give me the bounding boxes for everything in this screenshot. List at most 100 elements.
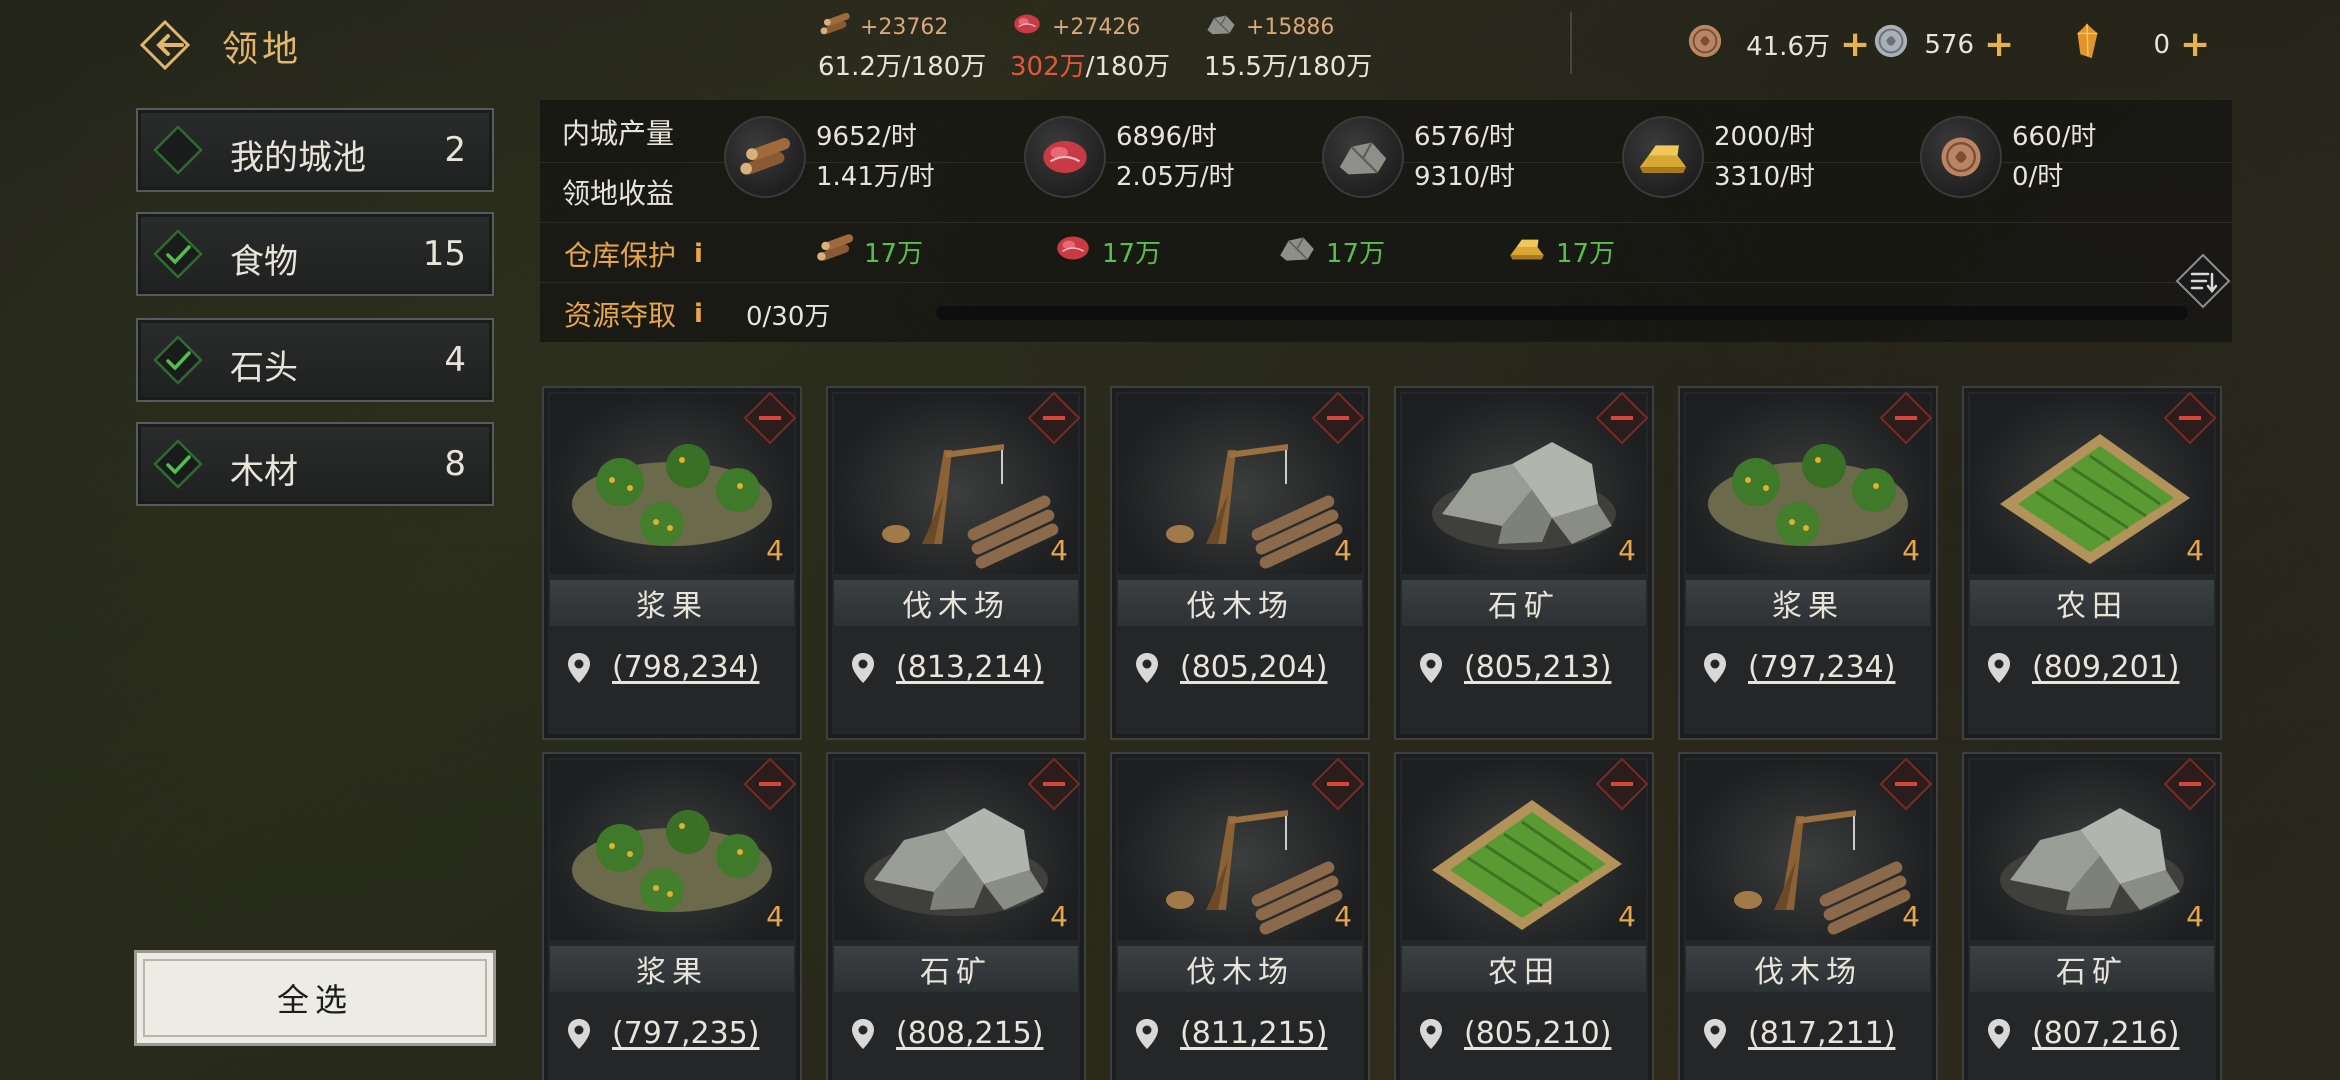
territory-card[interactable]: 4 农田 (805,210) xyxy=(1394,752,1654,1080)
protection-value: 17万 xyxy=(1556,239,1616,269)
tile-coordinates[interactable]: (817,211) xyxy=(1702,1016,1895,1051)
filter-label: 石头 xyxy=(230,348,298,388)
tile-name: 石矿 xyxy=(1402,580,1646,626)
territory-card[interactable]: 4 浆果 (797,234) xyxy=(1678,386,1938,740)
select-all-button[interactable]: 全选 xyxy=(134,950,496,1046)
inner-output-value: 6896/时 xyxy=(1116,122,1217,152)
tile-coordinates[interactable]: (808,215) xyxy=(850,1016,1043,1051)
coordinates-link[interactable]: (811,215) xyxy=(1180,1016,1327,1051)
checkbox-checked-icon[interactable] xyxy=(152,228,204,280)
coordinates-link[interactable]: (797,234) xyxy=(1748,650,1895,685)
territory-card[interactable]: 4 伐木场 (817,211) xyxy=(1678,752,1938,1080)
coordinates-link[interactable]: (808,215) xyxy=(896,1016,1043,1051)
resource-capacity: /180万 xyxy=(1287,52,1373,82)
tile-name: 浆果 xyxy=(1686,580,1930,626)
coordinates-link[interactable]: (805,204) xyxy=(1180,650,1327,685)
production-item: 660/时 0/时 xyxy=(1920,116,2096,198)
protection-item: 17万 xyxy=(1506,232,1615,271)
info-icon[interactable]: i xyxy=(694,299,703,329)
territory-card[interactable]: 4 石矿 (808,215) xyxy=(826,752,1086,1080)
location-pin-icon xyxy=(1136,1018,1158,1049)
remove-icon[interactable] xyxy=(1594,756,1650,812)
location-pin-icon xyxy=(1988,652,2010,683)
tile-coordinates[interactable]: (797,234) xyxy=(1702,650,1895,685)
territory-income-label: 领地收益 xyxy=(562,177,675,210)
coordinates-link[interactable]: (807,216) xyxy=(2032,1016,2179,1051)
warehouse-protection-label[interactable]: 仓库保护 i xyxy=(564,234,703,274)
remove-icon[interactable] xyxy=(1310,390,1366,446)
checkbox-checked-icon[interactable] xyxy=(152,334,204,386)
inner-output-value: 9652/时 xyxy=(816,122,917,152)
tile-level: 4 xyxy=(1050,534,1068,567)
remove-icon[interactable] xyxy=(2162,390,2218,446)
tile-coordinates[interactable]: (813,214) xyxy=(850,650,1043,685)
remove-icon[interactable] xyxy=(1878,390,1934,446)
resource-plunder-text: 资源夺取 xyxy=(564,299,677,332)
territory-card[interactable]: 4 伐木场 (805,204) xyxy=(1110,386,1370,740)
territory-card[interactable]: 4 浆果 (797,235) xyxy=(542,752,802,1080)
tile-coordinates[interactable]: (805,204) xyxy=(1134,650,1327,685)
tile-coordinates[interactable]: (797,235) xyxy=(566,1016,759,1051)
territory-card[interactable]: 4 伐木场 (813,214) xyxy=(826,386,1086,740)
tile-level: 4 xyxy=(1334,900,1352,933)
tile-coordinates[interactable]: (798,234) xyxy=(566,650,759,685)
territory-income-value: 2.05万/时 xyxy=(1116,162,1235,192)
remove-icon[interactable] xyxy=(1026,756,1082,812)
info-icon[interactable]: i xyxy=(694,239,703,269)
filter-item[interactable]: 我的城池 2 xyxy=(136,108,494,192)
tile-coordinates[interactable]: (807,216) xyxy=(1986,1016,2179,1051)
remove-icon[interactable] xyxy=(1026,390,1082,446)
currency-item: 576 + xyxy=(1872,22,2014,67)
filter-item[interactable]: 木材 8 xyxy=(136,422,494,506)
territory-card[interactable]: 4 伐木场 (811,215) xyxy=(1110,752,1370,1080)
coordinates-link[interactable]: (798,234) xyxy=(612,650,759,685)
location-pin-icon xyxy=(1420,1018,1442,1049)
checkbox-empty-icon[interactable] xyxy=(152,124,204,176)
tile-level: 4 xyxy=(1618,900,1636,933)
filter-item[interactable]: 石头 4 xyxy=(136,318,494,402)
checkbox-checked-icon[interactable] xyxy=(152,438,204,490)
location-pin-icon xyxy=(852,1018,874,1049)
remove-icon[interactable] xyxy=(1878,756,1934,812)
sort-icon[interactable] xyxy=(2174,252,2232,310)
coordinates-link[interactable]: (809,201) xyxy=(2032,650,2179,685)
tile-name: 石矿 xyxy=(834,946,1078,992)
location-pin-icon xyxy=(1136,652,1158,683)
territory-card[interactable]: 4 浆果 (798,234) xyxy=(542,386,802,740)
remove-icon[interactable] xyxy=(742,390,798,446)
coordinates-link[interactable]: (797,235) xyxy=(612,1016,759,1051)
remove-icon[interactable] xyxy=(742,756,798,812)
tile-coordinates[interactable]: (809,201) xyxy=(1986,650,2179,685)
tile-coordinates[interactable]: (805,213) xyxy=(1418,650,1611,685)
remove-icon[interactable] xyxy=(2162,756,2218,812)
copper-coin-icon xyxy=(1920,116,2002,198)
location-pin-icon xyxy=(1704,1018,1726,1049)
territory-income-value: 3310/时 xyxy=(1714,162,1815,192)
resource-current: 61.2万 xyxy=(818,52,902,82)
tile-name: 浆果 xyxy=(550,946,794,992)
remove-icon[interactable] xyxy=(1310,756,1366,812)
coordinates-link[interactable]: (817,211) xyxy=(1748,1016,1895,1051)
territory-card[interactable]: 4 农田 (809,201) xyxy=(1962,386,2222,740)
resource-plunder-label[interactable]: 资源夺取 i xyxy=(564,294,703,334)
tile-coordinates[interactable]: (811,215) xyxy=(1134,1016,1327,1051)
silver-coin-icon xyxy=(1872,22,1910,67)
tile-coordinates[interactable]: (805,210) xyxy=(1418,1016,1611,1051)
filter-count: 4 xyxy=(444,340,466,380)
coordinates-link[interactable]: (813,214) xyxy=(896,650,1043,685)
back-arrow-icon[interactable] xyxy=(138,18,192,72)
territory-card[interactable]: 4 石矿 (805,213) xyxy=(1394,386,1654,740)
add-currency-button[interactable]: + xyxy=(1840,26,1870,62)
resource-current: 15.5万 xyxy=(1204,52,1288,82)
currency-item: 0 + xyxy=(2068,22,2210,67)
remove-icon[interactable] xyxy=(1594,390,1650,446)
resource-delta: +27426 xyxy=(1052,14,1141,40)
stone-icon xyxy=(1204,11,1238,43)
add-currency-button[interactable]: + xyxy=(1984,26,2014,62)
coordinates-link[interactable]: (805,210) xyxy=(1464,1016,1611,1051)
resource-delta: +15886 xyxy=(1246,14,1335,40)
coordinates-link[interactable]: (805,213) xyxy=(1464,650,1611,685)
add-currency-button[interactable]: + xyxy=(2180,26,2210,62)
territory-card[interactable]: 4 石矿 (807,216) xyxy=(1962,752,2222,1080)
filter-item[interactable]: 食物 15 xyxy=(136,212,494,296)
